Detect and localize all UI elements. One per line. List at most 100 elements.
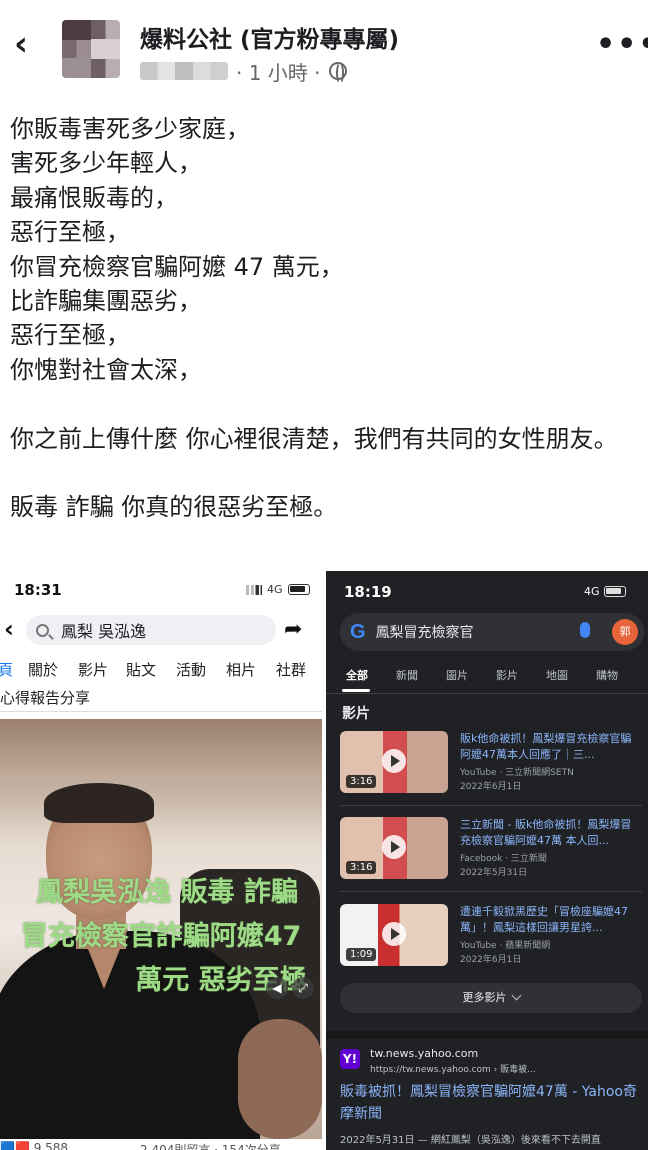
reaction-count: 🟦🟥 9,588 xyxy=(0,1141,69,1150)
video-source: YouTube · 三立新聞網SETN xyxy=(460,768,574,778)
avatar-blur-block xyxy=(62,20,91,40)
status-time: 18:31 xyxy=(14,581,62,599)
video-title: 販k他命被抓！鳳梨爆冒充檢察官騙阿嬤47萬本人回應了｜三... xyxy=(460,732,632,761)
post-header: ‹ 爆料公社 (官方粉專專屬) · 1 小時 · ••• xyxy=(0,0,648,92)
video-result: 1:09 遭連千毅掀黑歷史「冒檢座騙嬤47萬」！鳳梨這樣回讓男星誇... You… xyxy=(340,904,640,968)
page-name[interactable]: 爆料公社 (官方粉專專屬) xyxy=(140,20,399,54)
tab-news: 新聞 xyxy=(396,669,418,682)
video-result: 3:16 販k他命被抓！鳳梨爆冒充檢察官騙阿嬤47萬本人回應了｜三... You… xyxy=(340,731,640,795)
video-thumbnail: 3:16 xyxy=(340,817,448,879)
result-url: https://tw.news.yahoo.com › 販毒被... xyxy=(370,1065,536,1075)
tab-maps: 地圖 xyxy=(546,669,568,682)
tab-community: 社群 xyxy=(276,661,307,679)
post-line: 最痛恨販毒的， xyxy=(10,183,178,212)
avatar[interactable] xyxy=(62,20,120,78)
engagement-stats: 🟦🟥 9,588 2,404則留言 · 154次分享 xyxy=(0,1141,322,1150)
volume-icon: ◀ xyxy=(266,977,288,999)
section-label: 心得報告分享 xyxy=(0,689,91,707)
video-duration: 3:16 xyxy=(346,861,377,874)
post-time[interactable]: · 1 小時 · xyxy=(236,57,321,86)
overlay-caption: 冒充檢察官詐騙阿嬤47 xyxy=(20,921,302,952)
divider xyxy=(0,711,322,712)
post-line: 害死多少年輕人， xyxy=(10,149,202,178)
tab-photos: 相片 xyxy=(226,661,257,679)
overlay-caption: 鳳梨吳泓逸 販毒 詐騙 xyxy=(36,877,298,908)
video-title: 三立新聞 - 販k他命被抓！鳳梨爆冒充檢察官騙阿嬤47萬 本人回... xyxy=(460,818,632,847)
video-source: YouTube · 蘋果新聞網 xyxy=(460,941,551,951)
post-line: 你愧對社會太深， xyxy=(10,355,202,384)
result-title: 販毒被抓！鳳梨冒檢察官騙阿嬤47萬 - Yahoo奇摩新聞 xyxy=(340,1084,637,1122)
network-label: 4G xyxy=(267,583,283,596)
post-line: 比詐騙集團惡劣， xyxy=(10,287,202,316)
right-screenshot-image[interactable]: 18:19 4G G 鳳梨冒充檢察官 郭 全部 新聞 圖片 影片 地圖 購物 影… xyxy=(326,571,648,1150)
chevron-left-icon: ‹ xyxy=(4,615,14,643)
post-meta: · 1 小時 · xyxy=(140,57,347,86)
post-paragraph: 你之前上傳什麼 你心裡很清楚，我們有共同的女性朋友。 xyxy=(10,424,618,453)
chevron-left-icon[interactable]: ‹ xyxy=(14,26,44,62)
result-domain: tw.news.yahoo.com xyxy=(370,1047,479,1060)
google-search-bar: G 鳳梨冒充檢察官 郭 xyxy=(340,613,644,651)
yahoo-icon: Y! xyxy=(340,1049,360,1069)
search-icon xyxy=(36,623,49,637)
account-avatar: 郭 xyxy=(612,619,638,645)
avatar-blur-block xyxy=(62,58,91,78)
video-result: 3:16 三立新聞 - 販k他命被抓！鳳梨爆冒充檢察官騙阿嬤47萬 本人回...… xyxy=(340,817,640,881)
search-bar: 鳳梨 吳泓逸 xyxy=(26,615,276,645)
video-date: 2022年6月1日 xyxy=(460,955,522,965)
more-videos-label: 更多影片 xyxy=(462,991,507,1004)
tab-videos: 影片 xyxy=(496,669,518,682)
post-line: 你販毒害死多少家庭， xyxy=(10,115,250,143)
tab-events: 活動 xyxy=(176,661,207,679)
post-body: 你販毒害死多少家庭， 害死多少年輕人， 最痛恨販毒的， 惡行至極， 你冒充檢察官… xyxy=(10,112,640,525)
play-icon xyxy=(382,749,406,773)
video-thumbnail: 1:09 xyxy=(340,904,448,966)
expand-icon: ⤢ xyxy=(292,977,314,999)
battery-icon xyxy=(603,586,626,597)
post-paragraph: 販毒 詐騙 你真的很惡劣至極。 xyxy=(10,493,338,522)
mic-icon xyxy=(580,622,590,638)
post-line: 惡行至極， xyxy=(10,321,130,350)
google-logo-icon: G xyxy=(350,620,366,643)
search-text: 鳳梨 吳泓逸 xyxy=(61,622,147,641)
post-line: 你冒充檢察官騙阿嬤 47 萬元， xyxy=(10,252,344,281)
signal-icon xyxy=(246,584,262,595)
tab-images: 圖片 xyxy=(446,669,468,682)
left-screenshot-image[interactable]: 18:31 4G ‹ 鳳梨 吳泓逸 ➦ 頁 關於 影片 貼文 活動 相片 社群 … xyxy=(0,571,322,1150)
play-icon xyxy=(382,835,406,859)
post-line: 惡行至極， xyxy=(10,218,130,247)
tab-shopping: 購物 xyxy=(596,669,618,682)
tab-about: 關於 xyxy=(28,661,59,679)
comment-share-count: 2,404則留言 · 154次分享 xyxy=(140,1143,281,1150)
share-icon: ➦ xyxy=(284,617,303,642)
search-tabs: 全部 新聞 圖片 影片 地圖 購物 xyxy=(346,667,646,683)
active-tab-indicator xyxy=(342,689,370,692)
video-title: 遭連千毅掀黑歷史「冒檢座騙嬤47萬」！鳳梨這樣回讓男星誇... xyxy=(460,905,628,934)
video-thumbnail: 3:16 xyxy=(340,731,448,793)
page-tabs: 頁 關於 影片 貼文 活動 相片 社群 xyxy=(0,659,322,680)
play-icon xyxy=(382,922,406,946)
more-videos-button: 更多影片 xyxy=(340,983,642,1013)
video-date: 2022年5月31日 xyxy=(460,868,528,878)
tab-posts: 貼文 xyxy=(126,661,157,679)
video-date: 2022年6月1日 xyxy=(460,782,522,792)
status-icons: 4G xyxy=(584,585,626,598)
tab-all: 全部 xyxy=(346,669,368,682)
video-duration: 3:16 xyxy=(346,775,377,788)
blurred-author xyxy=(140,62,228,80)
chevron-down-icon xyxy=(511,990,521,1001)
status-icons: 4G xyxy=(246,583,310,596)
videos-section-title: 影片 xyxy=(342,706,370,722)
result-snippet: 2022年5月31日 — 網紅鳳梨（吳泓逸）後來看不下去開直 xyxy=(340,1135,601,1146)
avatar-blur-block xyxy=(91,39,120,59)
tab-videos: 影片 xyxy=(78,661,109,679)
more-dots-icon[interactable]: ••• xyxy=(596,30,648,60)
network-label: 4G xyxy=(584,585,600,598)
status-time: 18:19 xyxy=(344,583,392,601)
video-duration: 1:09 xyxy=(346,948,377,961)
video-source: Facebook · 三立新聞 xyxy=(460,854,547,864)
video-frame: 鳳梨吳泓逸 販毒 詐騙 冒充檢察官詐騙阿嬤47 萬元 惡劣至極 ◀ ⤢ xyxy=(0,719,322,1139)
search-text: 鳳梨冒充檢察官 xyxy=(375,625,474,641)
battery-icon xyxy=(287,584,310,595)
globe-icon xyxy=(328,62,347,84)
tab-home: 頁 xyxy=(0,661,14,679)
